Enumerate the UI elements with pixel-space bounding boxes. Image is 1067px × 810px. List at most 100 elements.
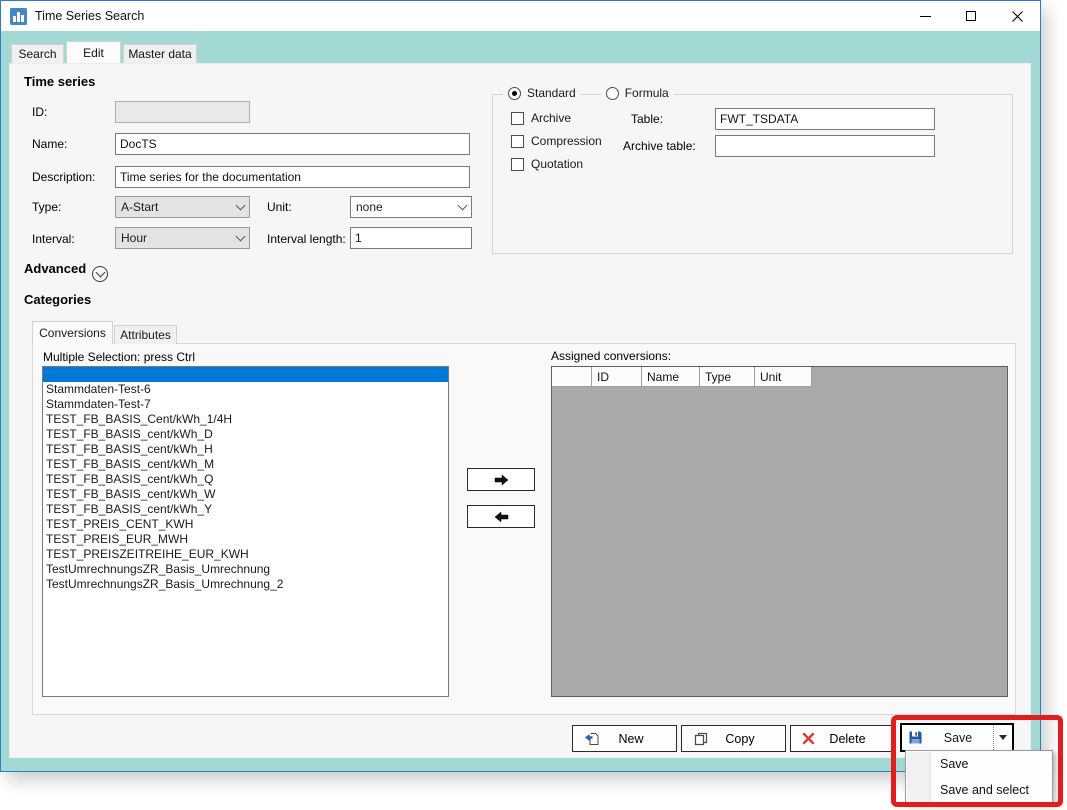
radio-standard-label: Standard xyxy=(527,86,576,100)
chevron-down-icon xyxy=(236,200,246,210)
copy-button[interactable]: Copy xyxy=(681,725,786,752)
checkbox-icon xyxy=(511,158,524,171)
list-item[interactable]: TEST_PREIS_EUR_MWH xyxy=(43,532,448,547)
name-field[interactable] xyxy=(115,133,470,155)
interval-length-label: Interval length: xyxy=(267,232,346,246)
conversions-tab-page: Multiple Selection: press Ctrl Stammdate… xyxy=(32,343,1016,715)
unassign-left-button[interactable] xyxy=(467,505,535,528)
arrow-left-icon xyxy=(493,510,510,524)
dropdown-arrow-icon xyxy=(999,735,1007,740)
list-item[interactable]: TestUmrechnungsZR_Basis_Umrechnung_2 xyxy=(43,577,448,592)
radio-formula-label: Formula xyxy=(625,86,669,100)
list-item[interactable]: TEST_PREISZEITREIHE_EUR_KWH xyxy=(43,547,448,562)
radio-unselected-icon xyxy=(606,87,619,100)
compression-checkbox[interactable]: Compression xyxy=(511,134,602,148)
save-dropdown-button[interactable] xyxy=(993,725,1012,750)
save-button[interactable]: Save xyxy=(900,723,1014,752)
assign-right-button[interactable] xyxy=(467,468,535,491)
list-item[interactable]: TestUmrechnungsZR_Basis_Umrechnung xyxy=(43,562,448,577)
tab-edit[interactable]: Edit xyxy=(66,41,121,63)
list-item[interactable]: TEST_FB_BASIS_cent/kWh_Y xyxy=(43,502,448,517)
tab-search[interactable]: Search xyxy=(11,44,64,63)
close-button[interactable] xyxy=(994,1,1040,31)
interval-dropdown[interactable]: Hour xyxy=(115,227,250,249)
type-label: Type: xyxy=(32,200,61,214)
column-header[interactable]: Name xyxy=(642,367,700,387)
list-item[interactable]: TEST_FB_BASIS_cent/kWh_W xyxy=(43,487,448,502)
archive-table-label: Archive table: xyxy=(623,139,696,153)
list-item[interactable]: Stammdaten-Test-7 xyxy=(43,397,448,412)
delete-button-label: Delete xyxy=(815,732,880,746)
checkbox-icon xyxy=(511,112,524,125)
assigned-conversions-grid[interactable]: IDNameTypeUnit xyxy=(551,366,1008,697)
list-item[interactable] xyxy=(43,367,448,382)
archive-checkbox-label: Archive xyxy=(531,111,571,125)
checkbox-icon xyxy=(511,135,524,148)
copy-icon xyxy=(693,731,709,747)
assigned-table-header: IDNameTypeUnit xyxy=(552,367,1007,387)
interval-length-field[interactable] xyxy=(350,227,472,249)
tab-conversions-label: Conversions xyxy=(39,326,106,340)
maximize-button[interactable] xyxy=(948,1,994,31)
list-item[interactable]: TEST_FB_BASIS_cent/kWh_H xyxy=(43,442,448,457)
list-item[interactable]: TEST_PREIS_CENT_KWH xyxy=(43,517,448,532)
list-item[interactable]: TEST_FB_BASIS_cent/kWh_M xyxy=(43,457,448,472)
id-field[interactable] xyxy=(115,101,250,123)
new-button[interactable]: New xyxy=(572,725,677,752)
column-header[interactable]: ID xyxy=(592,367,642,387)
advanced-label: Advanced xyxy=(24,261,86,276)
interval-value: Hour xyxy=(121,231,237,245)
menu-item-save[interactable]: Save xyxy=(906,751,1052,777)
storage-mode-radios: Standard Formula xyxy=(503,86,674,100)
maximize-icon xyxy=(966,11,976,21)
id-label: ID: xyxy=(32,105,47,119)
minimize-button[interactable] xyxy=(902,1,948,31)
archive-checkbox[interactable]: Archive xyxy=(511,111,571,125)
radio-standard[interactable]: Standard xyxy=(503,86,581,100)
chevron-down-icon xyxy=(236,231,246,241)
new-button-label: New xyxy=(600,732,662,746)
categories-heading: Categories xyxy=(24,292,91,307)
list-item[interactable]: TEST_FB_BASIS_cent/kWh_Q xyxy=(43,472,448,487)
window-controls xyxy=(902,1,1040,31)
multi-selection-hint: Multiple Selection: press Ctrl xyxy=(43,350,195,364)
column-header[interactable] xyxy=(552,367,592,387)
list-item[interactable]: Stammdaten-Test-6 xyxy=(43,382,448,397)
advanced-section: Advanced xyxy=(24,261,108,282)
description-field[interactable] xyxy=(115,166,470,188)
expand-chevron-circle-icon[interactable] xyxy=(92,266,108,282)
column-header[interactable]: Type xyxy=(700,367,755,387)
app-window: Time Series Search Search Edit Master da… xyxy=(0,0,1041,772)
unit-label: Unit: xyxy=(267,200,292,214)
delete-button[interactable]: Delete xyxy=(790,725,895,752)
save-floppy-icon xyxy=(908,730,923,745)
menu-item-save-and-select[interactable]: Save and select xyxy=(906,777,1052,803)
tab-attributes-label: Attributes xyxy=(120,328,171,342)
edit-tab-page: Time series ID: Name: Description: Type:… xyxy=(9,63,1031,758)
conversion-list[interactable]: Stammdaten-Test-6Stammdaten-Test-7TEST_F… xyxy=(42,366,449,697)
table-label: Table: xyxy=(631,112,663,126)
list-item[interactable]: TEST_FB_BASIS_Cent/kWh_1/4H xyxy=(43,412,448,427)
tab-conversions[interactable]: Conversions xyxy=(32,321,113,344)
column-header[interactable]: Unit xyxy=(755,367,812,387)
archive-table-field[interactable] xyxy=(715,135,935,157)
list-item[interactable]: TEST_FB_BASIS_cent/kWh_D xyxy=(43,427,448,442)
tab-master-data[interactable]: Master data xyxy=(123,44,197,63)
radio-selected-icon xyxy=(508,87,521,100)
chevron-down-icon xyxy=(458,200,468,210)
quotation-checkbox[interactable]: Quotation xyxy=(511,157,583,171)
quotation-checkbox-label: Quotation xyxy=(531,157,583,171)
assigned-conversions-label: Assigned conversions: xyxy=(551,349,671,363)
save-button-label: Save xyxy=(923,731,993,745)
delete-x-icon xyxy=(802,732,815,745)
chevron-down-icon xyxy=(95,268,105,278)
time-series-heading: Time series xyxy=(24,74,95,89)
radio-formula[interactable]: Formula xyxy=(601,86,674,100)
table-field[interactable] xyxy=(715,108,935,130)
type-dropdown[interactable]: A-Start xyxy=(115,196,250,218)
tab-attributes[interactable]: Attributes xyxy=(114,325,177,344)
unit-value: none xyxy=(356,200,459,214)
unit-dropdown[interactable]: none xyxy=(350,196,472,218)
new-document-icon xyxy=(584,731,600,747)
copy-button-label: Copy xyxy=(709,732,771,746)
